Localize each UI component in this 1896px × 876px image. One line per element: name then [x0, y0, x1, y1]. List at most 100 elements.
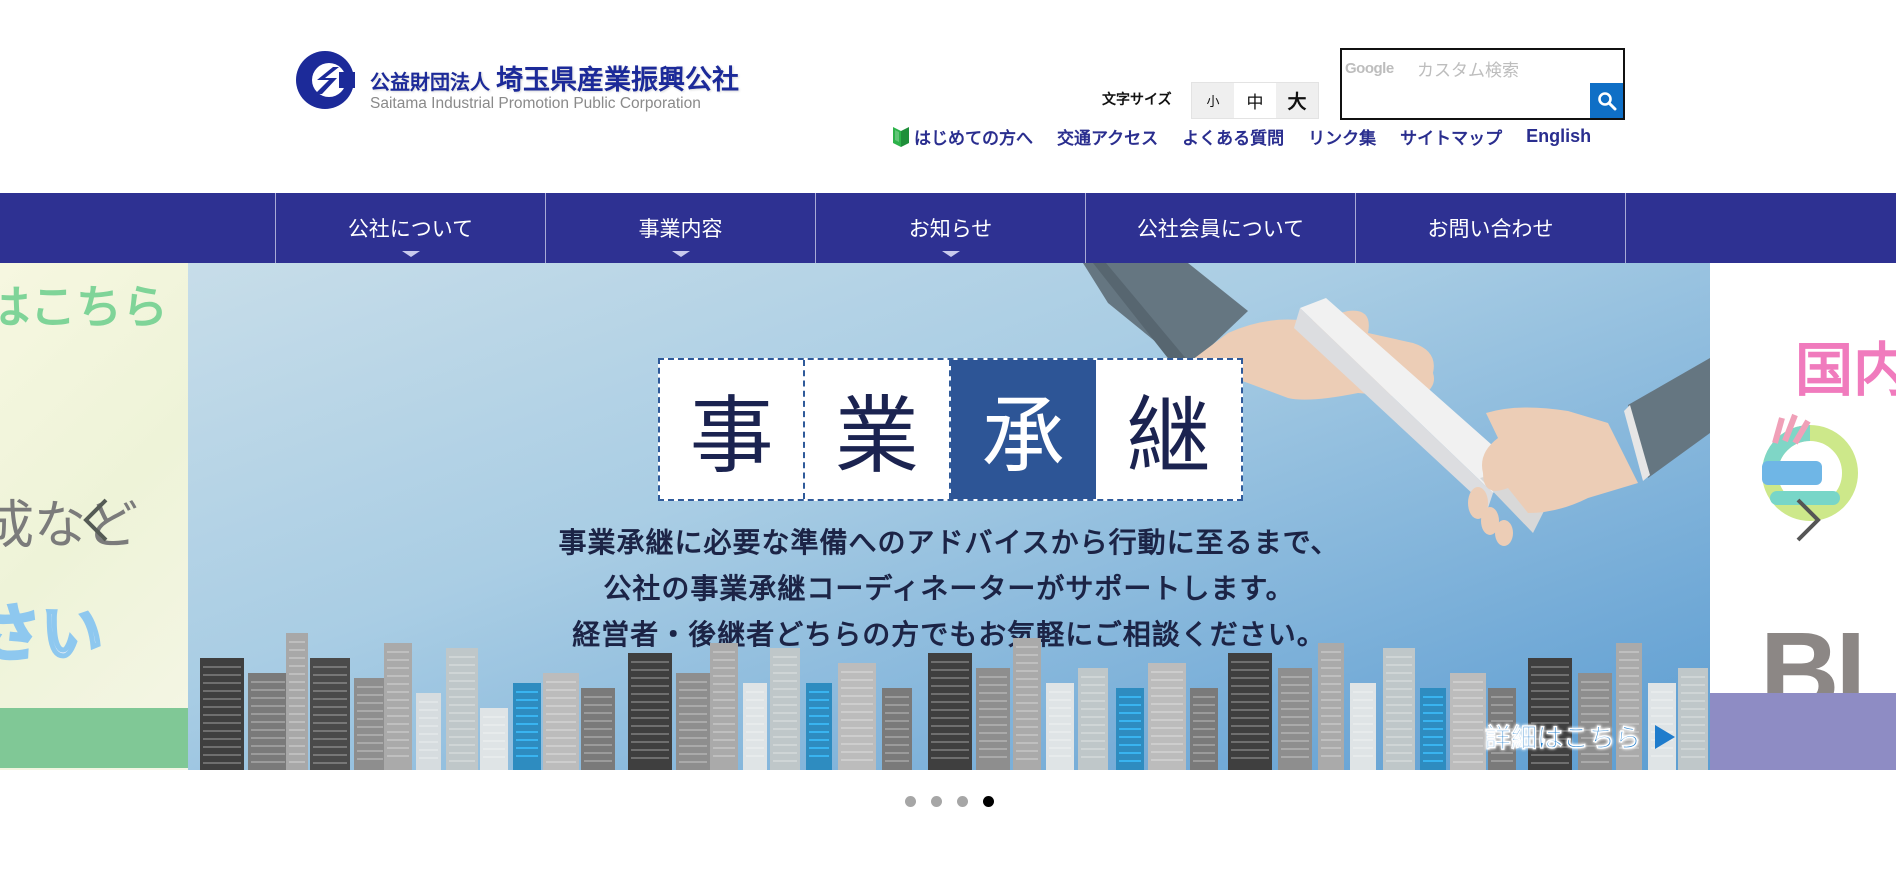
building-window [1321, 747, 1341, 749]
building-window [584, 752, 612, 754]
building-shape [1383, 648, 1415, 770]
building-window [1081, 684, 1105, 686]
slider-dot[interactable] [983, 796, 994, 807]
org-type: 公益財団法人 [370, 70, 490, 94]
building-window [1581, 761, 1609, 763]
nav-item-about[interactable]: 公社について [276, 193, 546, 263]
building-window [251, 729, 285, 731]
building-window [1453, 761, 1483, 763]
building-window [1016, 718, 1038, 720]
building-window [1321, 739, 1341, 741]
building-window [1386, 712, 1412, 714]
building-window [1151, 671, 1183, 673]
building-window [387, 739, 409, 741]
building-window [1016, 758, 1038, 760]
building-window [1423, 760, 1443, 762]
next-slide-text-top: 国内最 [1795, 336, 1896, 404]
building-window [1151, 695, 1183, 697]
building-window [584, 728, 612, 730]
building-window [679, 761, 707, 763]
building-window [1016, 670, 1038, 672]
building-window [885, 744, 909, 746]
building-window [251, 761, 285, 763]
building-window [357, 694, 383, 696]
building-window [313, 754, 347, 756]
building-window [809, 691, 829, 693]
building-window [313, 746, 347, 748]
building-window [1193, 728, 1215, 730]
building-window [1491, 696, 1513, 698]
nav-item-membership[interactable]: 公社会員について [1086, 193, 1356, 263]
font-size-medium-button[interactable]: 中 [1234, 83, 1276, 118]
site-logo[interactable]: 公益財団法人 埼玉県産業振興公社 Saitama Industrial Promo… [295, 48, 765, 118]
building-window [1151, 751, 1183, 753]
link-access[interactable]: 交通アクセス [1057, 124, 1158, 149]
font-size-large-button[interactable]: 大 [1276, 83, 1318, 118]
slide-detail-link[interactable]: 詳細はこちら [1485, 718, 1675, 755]
building-window [631, 693, 669, 695]
chevron-right-icon[interactable] [1788, 495, 1828, 545]
link-sitemap[interactable]: サイトマップ [1400, 124, 1502, 149]
nav-item-news[interactable]: お知らせ [816, 193, 1086, 263]
link-links[interactable]: リンク集 [1308, 124, 1376, 149]
building-window [251, 681, 285, 683]
next-slide-footer-bar [1710, 693, 1896, 770]
link-faq[interactable]: よくある質問 [1182, 124, 1284, 149]
chevron-left-icon[interactable] [76, 495, 116, 545]
building-window [584, 760, 612, 762]
nav-item-contact[interactable]: お問い合わせ [1356, 193, 1626, 263]
building-window [1193, 736, 1215, 738]
beginner-mark-icon [893, 126, 909, 147]
font-size-small-button[interactable]: 小 [1192, 83, 1234, 118]
building-window [289, 657, 305, 659]
building-window [516, 715, 538, 717]
building-window [1081, 716, 1105, 718]
building-shape [770, 648, 800, 770]
building-window [449, 704, 475, 706]
building-window [289, 729, 305, 731]
building-window [1453, 713, 1483, 715]
building-window [1386, 696, 1412, 698]
building-window [449, 672, 475, 674]
building-window [713, 683, 735, 685]
building-window [1081, 692, 1105, 694]
building-window [203, 706, 241, 708]
building-window [387, 747, 409, 749]
building-window [1491, 760, 1513, 762]
slider-dot[interactable] [957, 796, 968, 807]
slider-dot[interactable] [905, 796, 916, 807]
building-window [773, 752, 797, 754]
nav-item-services[interactable]: 事業内容 [546, 193, 816, 263]
caret-down-icon [401, 251, 420, 257]
search-input[interactable] [1346, 56, 1581, 80]
building-window [631, 701, 669, 703]
link-english[interactable]: English [1526, 126, 1591, 147]
building-window [289, 721, 305, 723]
building-window [357, 734, 383, 736]
building-window [773, 728, 797, 730]
slider-dot[interactable] [931, 796, 942, 807]
building-window [1231, 741, 1269, 743]
slide-current-business-succession[interactable]: 事 業 承 継 事業承継に必要な準備へのアドバイスから行動に至るまで、 公社の事… [188, 263, 1710, 770]
building-window [773, 656, 797, 658]
global-nav: 公社について 事業内容 お知らせ 公社会員について お問い合わせ [0, 193, 1896, 263]
building-window [546, 737, 576, 739]
building-window [1353, 707, 1373, 709]
building-window [1386, 736, 1412, 738]
building-window [746, 747, 764, 749]
building-window [1386, 704, 1412, 706]
building-window [679, 705, 707, 707]
building-window [289, 641, 305, 643]
building-window [713, 691, 735, 693]
building-window [449, 712, 475, 714]
building-window [203, 714, 241, 716]
building-window [809, 747, 829, 749]
building-window [1453, 681, 1483, 683]
slider-pagination [905, 796, 1009, 807]
building-window [885, 728, 909, 730]
building-window [773, 720, 797, 722]
building-window [809, 699, 829, 701]
search-button[interactable] [1590, 83, 1623, 118]
link-beginners[interactable]: はじめての方へ [892, 124, 1033, 149]
building-window [713, 707, 735, 709]
